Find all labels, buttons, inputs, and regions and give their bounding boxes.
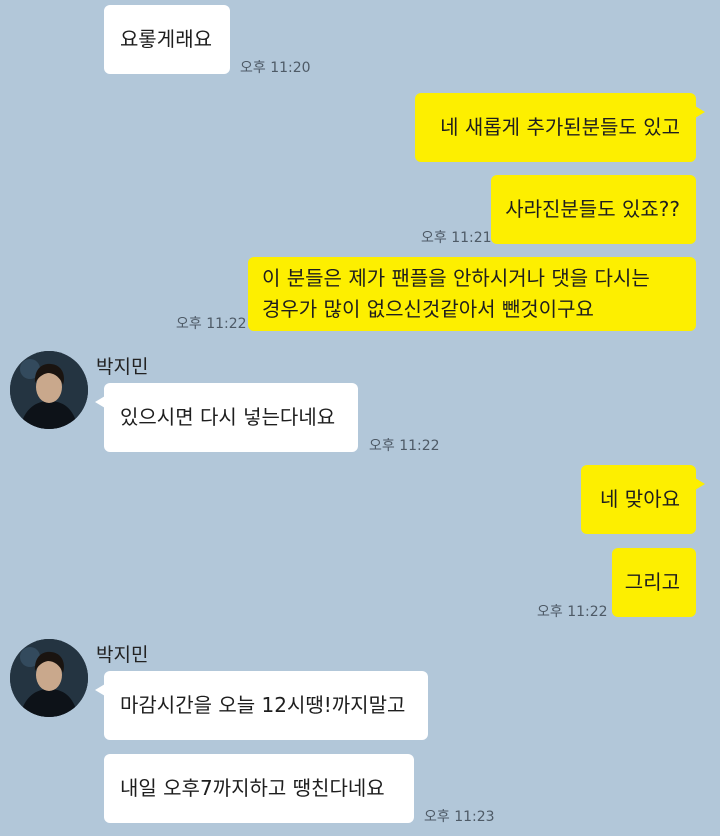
sender-name: 박지민	[96, 644, 149, 666]
incoming-message-bubble[interactable]: 내일 오후7까지하고 땡친다네요	[104, 754, 414, 823]
message-timestamp: 오후 11:23	[424, 809, 495, 825]
contact-avatar[interactable]	[10, 351, 88, 429]
message-text: 사라진분들도 있죠??	[505, 197, 680, 221]
message-timestamp: 오후 11:22	[369, 438, 440, 454]
incoming-message-bubble[interactable]: 마감시간을 오늘 12시땡!까지말고	[95, 671, 428, 740]
outgoing-message-bubble[interactable]: 네 맞아요	[581, 465, 705, 534]
message-text: 마감시간을 오늘 12시땡!까지말고	[120, 693, 406, 717]
message-timestamp: 오후 11:22	[176, 316, 247, 332]
message-text: 내일 오후7까지하고 땡친다네요	[120, 776, 385, 800]
message-timestamp: 오후 11:22	[537, 604, 608, 620]
message-text: 네 새롭게 추가된분들도 있고	[440, 115, 680, 139]
message-text: 그리고	[624, 570, 680, 594]
message-text-line: 경우가 많이 없으신것같아서 뺀것이구요	[262, 297, 594, 321]
outgoing-message-bubble[interactable]: 네 새롭게 추가된분들도 있고	[415, 93, 705, 162]
incoming-message-bubble[interactable]: 있으시면 다시 넣는다네요	[95, 383, 358, 452]
outgoing-message-bubble[interactable]: 그리고	[612, 548, 696, 617]
profile-photo-icon	[10, 351, 88, 429]
message-text-line: 이 분들은 제가 팬플을 안하시거나 댓을 다시는	[262, 266, 650, 290]
contact-avatar[interactable]	[10, 639, 88, 717]
message-text: 네 맞아요	[600, 487, 680, 511]
message-text: 요롷게래요	[120, 27, 212, 51]
outgoing-message-bubble[interactable]: 사라진분들도 있죠??	[491, 175, 696, 244]
message-timestamp: 오후 11:20	[240, 60, 311, 76]
profile-photo-icon	[10, 639, 88, 717]
message-timestamp: 오후 11:21	[421, 230, 492, 246]
sender-name: 박지민	[96, 356, 149, 378]
outgoing-message-bubble[interactable]: 이 분들은 제가 팬플을 안하시거나 댓을 다시는 경우가 많이 없으신것같아서…	[248, 257, 696, 331]
incoming-message-bubble[interactable]: 요롷게래요	[104, 5, 230, 74]
message-text: 있으시면 다시 넣는다네요	[120, 405, 336, 429]
